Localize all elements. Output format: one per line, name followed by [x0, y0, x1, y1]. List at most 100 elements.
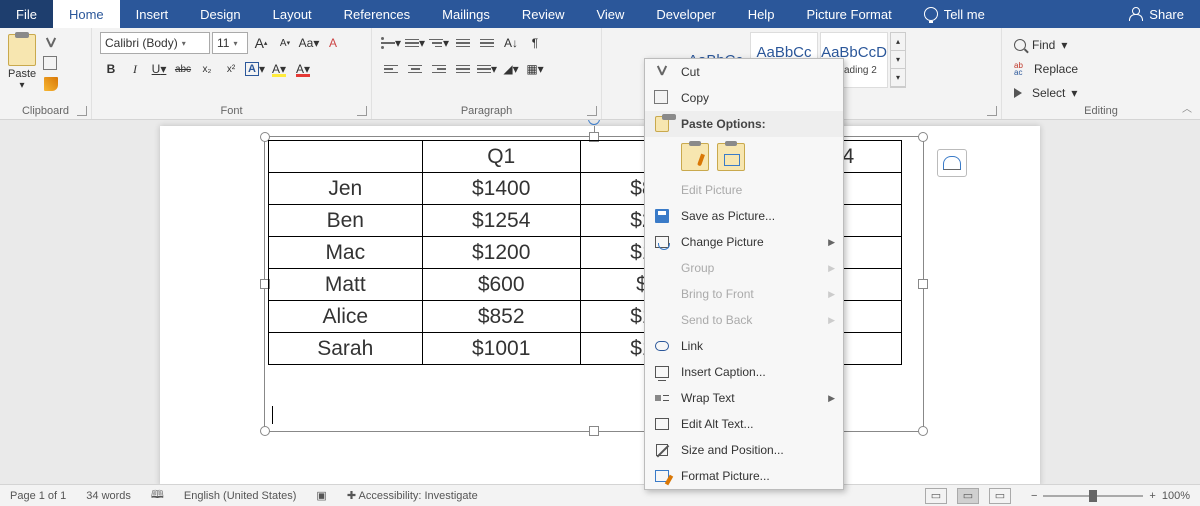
cell: Jen — [269, 173, 423, 205]
increase-indent-button[interactable] — [476, 32, 498, 54]
dialog-launcher-icon[interactable] — [587, 106, 597, 116]
highlight-button[interactable]: A▾ — [268, 58, 290, 80]
ctx-size-position[interactable]: Size and Position... — [645, 437, 843, 463]
ctx-link[interactable]: Link — [645, 333, 843, 359]
resize-handle-ne[interactable] — [918, 132, 928, 142]
paste-keep-source-button[interactable] — [681, 143, 709, 171]
decrease-indent-button[interactable] — [452, 32, 474, 54]
font-name-combo[interactable]: Calibri (Body)▾ — [100, 32, 210, 54]
align-left-button[interactable] — [380, 58, 402, 80]
paste-button[interactable]: Paste ▾ — [8, 32, 36, 91]
align-center-button[interactable] — [404, 58, 426, 80]
font-color-button[interactable]: A▾ — [292, 58, 314, 80]
status-accessibility[interactable]: ✚ Accessibility: Investigate — [347, 489, 478, 502]
bold-button[interactable]: B — [100, 58, 122, 80]
italic-button[interactable]: I — [124, 58, 146, 80]
strikethrough-button[interactable]: abc — [172, 58, 194, 80]
styles-scroll[interactable]: ▴▾▾ — [890, 32, 906, 88]
copy-button[interactable] — [42, 56, 60, 72]
superscript-button[interactable]: x² — [220, 58, 242, 80]
cell: Alice — [269, 301, 423, 333]
zoom-out-button[interactable]: − — [1031, 490, 1037, 502]
brush-icon — [44, 77, 58, 91]
numbering-button[interactable]: ▾ — [404, 32, 426, 54]
resize-handle-sw[interactable] — [260, 426, 270, 436]
zoom-thumb[interactable] — [1089, 490, 1097, 502]
tab-home[interactable]: Home — [53, 0, 120, 28]
layout-options-button[interactable] — [937, 149, 967, 177]
grow-font-button[interactable]: A▴ — [250, 32, 272, 54]
ctx-cut[interactable]: Cut — [645, 59, 843, 85]
multilevel-button[interactable]: ▾ — [428, 32, 450, 54]
borders-button[interactable]: ▦▾ — [524, 58, 546, 80]
status-language[interactable]: English (United States) — [184, 490, 297, 502]
ctx-edit-alt-text[interactable]: Edit Alt Text... — [645, 411, 843, 437]
ctx-format-picture[interactable]: Format Picture... — [645, 463, 843, 489]
tab-view[interactable]: View — [580, 0, 640, 28]
resize-handle-e[interactable] — [918, 279, 928, 289]
select-button[interactable]: Select▾ — [1010, 82, 1192, 104]
zoom-slider[interactable] — [1043, 495, 1143, 497]
align-right-button[interactable] — [428, 58, 450, 80]
bullets-button[interactable]: ▾ — [380, 32, 402, 54]
sort-button[interactable]: A↓ — [500, 32, 522, 54]
status-spell-icon[interactable]: 🕮 — [151, 486, 164, 505]
tab-developer[interactable]: Developer — [640, 0, 731, 28]
cut-button[interactable] — [42, 36, 60, 52]
shading-button[interactable]: ◢▾ — [500, 58, 522, 80]
dialog-launcher-icon[interactable] — [357, 106, 367, 116]
zoom-in-button[interactable]: + — [1149, 490, 1155, 502]
font-size-combo[interactable]: 11▾ — [212, 32, 248, 54]
find-button[interactable]: Find▾ — [1010, 34, 1192, 56]
tell-me[interactable]: Tell me — [908, 0, 1001, 28]
print-layout-button[interactable]: ▭ — [957, 488, 979, 504]
tab-picture-format[interactable]: Picture Format — [790, 0, 907, 28]
change-case-button[interactable]: Aa▾ — [298, 32, 320, 54]
subscript-button[interactable]: x₂ — [196, 58, 218, 80]
dialog-launcher-icon[interactable] — [77, 106, 87, 116]
cell: Ben — [269, 205, 423, 237]
rotate-handle[interactable] — [588, 120, 600, 125]
tab-review[interactable]: Review — [506, 0, 581, 28]
lightbulb-icon — [924, 7, 938, 21]
ctx-insert-caption[interactable]: Insert Caption... — [645, 359, 843, 385]
tab-layout[interactable]: Layout — [257, 0, 328, 28]
ctx-save-as-picture[interactable]: Save as Picture... — [645, 203, 843, 229]
web-layout-button[interactable]: ▭ — [989, 488, 1011, 504]
tab-file[interactable]: File — [0, 0, 53, 28]
status-macro-icon[interactable]: ▣ — [316, 489, 326, 502]
tab-mailings[interactable]: Mailings — [426, 0, 506, 28]
replace-button[interactable]: Replace — [1010, 58, 1192, 80]
show-marks-button[interactable]: ¶ — [524, 32, 546, 54]
status-page[interactable]: Page 1 of 1 — [10, 490, 66, 502]
share-button[interactable]: Share — [1113, 0, 1200, 28]
paste-icon — [8, 34, 36, 66]
ctx-change-picture[interactable]: Change Picture▶ — [645, 229, 843, 255]
tab-design[interactable]: Design — [184, 0, 256, 28]
resize-handle-s[interactable] — [589, 426, 599, 436]
justify-button[interactable] — [452, 58, 474, 80]
clear-formatting-button[interactable]: A — [322, 32, 344, 54]
ctx-wrap-text[interactable]: Wrap Text▶ — [645, 385, 843, 411]
scissors-icon — [655, 65, 669, 79]
page[interactable]: Q1 Q2 Q4 Jen$1400$84659722 Ben$1254$2354… — [160, 126, 1040, 484]
resize-handle-se[interactable] — [918, 426, 928, 436]
status-words[interactable]: 34 words — [86, 490, 131, 502]
underline-button[interactable]: U▾ — [148, 58, 170, 80]
read-mode-button[interactable]: ▭ — [925, 488, 947, 504]
tab-insert[interactable]: Insert — [120, 0, 185, 28]
zoom-level[interactable]: 100% — [1162, 490, 1190, 502]
tab-references[interactable]: References — [328, 0, 426, 28]
layout-options-icon — [943, 156, 961, 170]
paste-icon — [655, 116, 669, 132]
paste-picture-button[interactable] — [717, 143, 745, 171]
text-effects-button[interactable]: A▾ — [244, 58, 266, 80]
font-size-value: 11 — [217, 36, 229, 50]
line-spacing-button[interactable]: ▾ — [476, 58, 498, 80]
dialog-launcher-icon[interactable] — [987, 106, 997, 116]
collapse-ribbon-button[interactable]: ︿ — [1182, 100, 1192, 115]
ctx-copy[interactable]: Copy — [645, 85, 843, 111]
format-painter-button[interactable] — [42, 76, 60, 92]
shrink-font-button[interactable]: A▾ — [274, 32, 296, 54]
tab-help[interactable]: Help — [732, 0, 791, 28]
